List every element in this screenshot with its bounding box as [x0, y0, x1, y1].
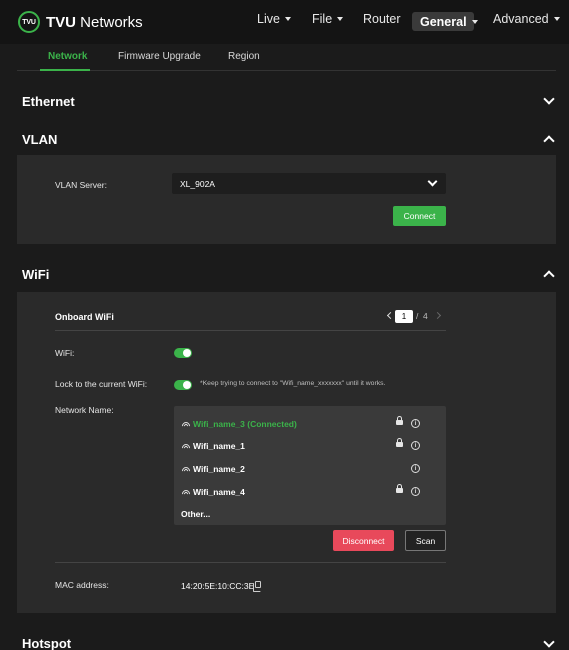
- page-total: 4: [423, 311, 428, 321]
- caret-down-icon: [553, 17, 560, 21]
- nav-advanced[interactable]: Advanced: [493, 12, 560, 26]
- tvu-logo-icon: TVU: [18, 11, 40, 33]
- network-item[interactable]: Wifi_name_4 i: [174, 484, 446, 506]
- lock-wifi-label: Lock to the current WiFi:: [55, 379, 148, 389]
- network-name: Wifi_name_3 (Connected): [193, 419, 297, 429]
- network-name: Wifi_name_2: [193, 464, 245, 474]
- network-item[interactable]: Wifi_name_1 i: [174, 438, 446, 460]
- lock-wifi-toggle[interactable]: [174, 380, 192, 390]
- nav-live[interactable]: Live: [257, 12, 291, 26]
- section-ethernet-title[interactable]: Ethernet: [22, 94, 75, 109]
- section-hotspot-title[interactable]: Hotspot: [22, 636, 71, 650]
- divider: [55, 330, 446, 331]
- copy-icon[interactable]: [253, 581, 261, 592]
- wifi-icon: [181, 420, 191, 428]
- info-icon[interactable]: i: [411, 419, 420, 428]
- tabs-divider: [17, 70, 556, 71]
- wifi-toggle[interactable]: [174, 348, 192, 358]
- lock-icon: [396, 438, 403, 447]
- lock-icon: [396, 484, 403, 493]
- section-wifi-title[interactable]: WiFi: [22, 267, 49, 282]
- sub-tabs: Network Firmware Upgrade Region: [0, 44, 569, 71]
- divider: [55, 562, 446, 563]
- tvu-logo[interactable]: TVU TVU Networks: [18, 11, 143, 33]
- logo-text: TVU Networks: [46, 13, 143, 31]
- top-nav-bar: TVU TVU Networks Live File Router Genera…: [0, 0, 569, 44]
- mac-address-value: 14:20:5E:10:CC:3E: [181, 581, 255, 591]
- info-icon[interactable]: i: [411, 464, 420, 473]
- nav-general[interactable]: General: [412, 12, 478, 31]
- disconnect-button[interactable]: Disconnect: [333, 530, 394, 551]
- onboard-wifi-title: Onboard WiFi: [55, 312, 114, 322]
- page-number-input[interactable]: 1: [395, 310, 413, 323]
- tab-network[interactable]: Network: [48, 51, 87, 62]
- mac-address-label: MAC address:: [55, 580, 109, 590]
- network-item-other[interactable]: Other...: [174, 506, 446, 528]
- connect-button[interactable]: Connect: [393, 206, 446, 226]
- lock-wifi-note: *Keep trying to connect to "Wifi_name_xx…: [200, 380, 386, 387]
- network-item[interactable]: Wifi_name_3 (Connected) i: [174, 416, 446, 438]
- tab-firmware-upgrade[interactable]: Firmware Upgrade: [118, 51, 201, 62]
- caret-down-icon: [337, 17, 344, 21]
- wifi-icon: [181, 488, 191, 496]
- wifi-icon: [181, 465, 191, 473]
- chevron-up-icon[interactable]: [543, 270, 555, 282]
- section-vlan-title[interactable]: VLAN: [22, 132, 57, 147]
- vlan-server-label: VLAN Server:: [55, 180, 107, 190]
- network-name: Wifi_name_1: [193, 441, 245, 451]
- page-separator: /: [416, 311, 419, 321]
- active-tab-indicator: [40, 69, 90, 71]
- wifi-icon: [181, 442, 191, 450]
- nav-file[interactable]: File: [312, 12, 344, 26]
- other-network-label: Other...: [181, 509, 211, 519]
- vlan-server-value: XL_902A: [180, 179, 215, 189]
- network-item[interactable]: Wifi_name_2 i: [174, 461, 446, 483]
- lock-icon: [396, 416, 403, 425]
- info-icon[interactable]: i: [411, 487, 420, 496]
- wifi-toggle-label: WiFi:: [55, 348, 75, 358]
- scan-button[interactable]: Scan: [405, 530, 446, 551]
- info-icon[interactable]: i: [411, 441, 420, 450]
- network-list: Wifi_name_3 (Connected) i Wifi_name_1 i …: [174, 406, 446, 525]
- nav-router[interactable]: Router: [363, 12, 401, 26]
- vlan-server-select[interactable]: XL_902A: [172, 173, 446, 194]
- vlan-panel: [17, 155, 556, 244]
- network-name-label: Network Name:: [55, 405, 114, 415]
- chevron-up-icon[interactable]: [543, 135, 555, 147]
- chevron-down-icon: [427, 176, 438, 187]
- chevron-down-icon[interactable]: [543, 636, 555, 648]
- tab-region[interactable]: Region: [228, 51, 260, 62]
- caret-down-icon: [471, 19, 478, 24]
- caret-down-icon: [284, 17, 291, 21]
- network-name: Wifi_name_4: [193, 487, 245, 497]
- chevron-down-icon[interactable]: [543, 93, 555, 105]
